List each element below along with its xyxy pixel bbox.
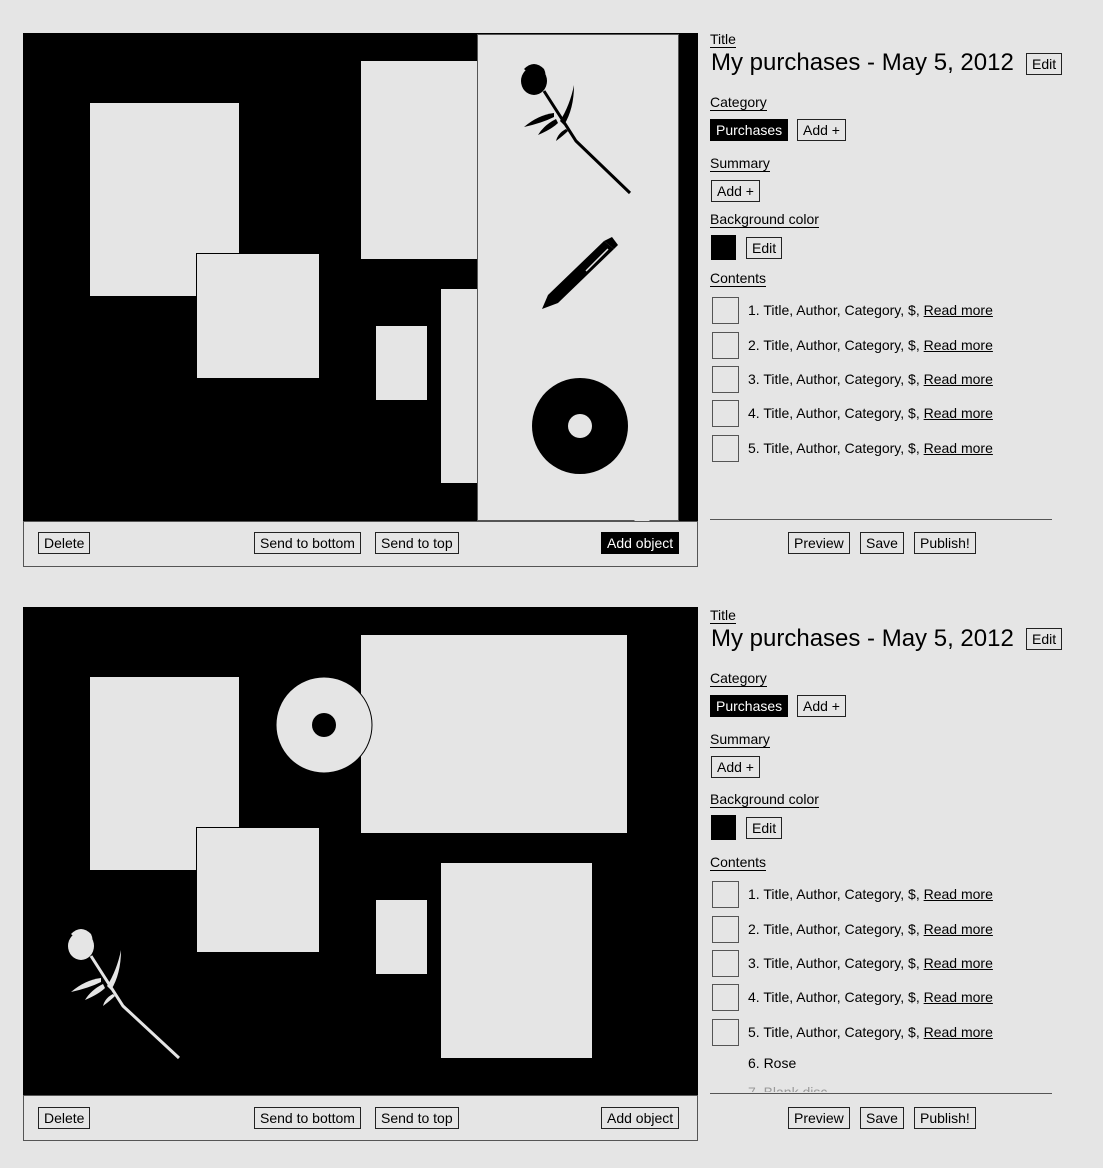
content-item: 3. Title, Author, Category, $, Read more	[748, 955, 993, 971]
collage-rect[interactable]	[360, 60, 490, 260]
send-to-bottom-button[interactable]: Send to bottom	[254, 1107, 361, 1129]
content-thumbnail[interactable]	[712, 881, 739, 908]
collage-rect[interactable]	[196, 827, 320, 953]
read-more-link[interactable]: Read more	[924, 371, 993, 387]
summary-label: Summary	[710, 731, 770, 748]
read-more-link[interactable]: Read more	[924, 337, 993, 353]
object-tray	[477, 34, 679, 521]
read-more-link[interactable]: Read more	[924, 302, 993, 318]
add-object-button[interactable]: Add object	[601, 532, 680, 554]
content-thumbnail[interactable]	[712, 916, 739, 943]
title-label: Title	[710, 31, 736, 48]
category-label: Category	[710, 94, 767, 111]
send-to-bottom-button[interactable]: Send to bottom	[254, 532, 361, 554]
background-color-label: Background color	[710, 211, 819, 228]
read-more-link[interactable]: Read more	[924, 989, 993, 1005]
collage-rect[interactable]	[360, 634, 628, 834]
rose-icon[interactable]	[61, 928, 183, 1060]
content-item-blank-disc: 7. Blank disc	[748, 1084, 828, 1092]
content-item: 5. Title, Author, Category, $, Read more	[748, 440, 993, 456]
divider	[710, 1093, 1052, 1094]
content-item: 2. Title, Author, Category, $, Read more	[748, 921, 993, 937]
delete-button[interactable]: Delete	[38, 1107, 91, 1129]
content-item: 3. Title, Author, Category, $, Read more	[748, 371, 993, 387]
read-more-link[interactable]: Read more	[924, 921, 993, 937]
title-label: Title	[710, 607, 736, 624]
add-summary-button[interactable]: Add +	[711, 180, 760, 202]
editor-panel-1: Delete Send to bottom Send to top Add ob…	[0, 0, 1103, 576]
content-thumbnail[interactable]	[712, 435, 739, 462]
content-thumbnail[interactable]	[712, 366, 739, 393]
collage-rect[interactable]	[440, 862, 593, 1059]
rose-icon[interactable]	[514, 63, 636, 195]
delete-button[interactable]: Delete	[38, 532, 91, 554]
content-thumbnail[interactable]	[712, 1019, 739, 1046]
page-title: My purchases - May 5, 2012	[711, 625, 1014, 652]
collage-rect[interactable]	[196, 253, 320, 379]
edit-background-button[interactable]: Edit	[746, 817, 783, 839]
editor-panel-2: Delete Send to bottom Send to top Add ob…	[0, 574, 1103, 1150]
preview-button[interactable]: Preview	[788, 1107, 850, 1129]
divider	[710, 519, 1052, 520]
save-button[interactable]: Save	[860, 532, 904, 554]
content-item: 4. Title, Author, Category, $, Read more	[748, 405, 993, 421]
add-category-button[interactable]: Add +	[797, 119, 846, 141]
properties-sidebar: Title My purchases - May 5, 2012 Edit Ca…	[710, 0, 1070, 576]
add-summary-button[interactable]: Add +	[711, 756, 760, 778]
content-item: 2. Title, Author, Category, $, Read more	[748, 337, 993, 353]
add-object-button[interactable]: Add object	[601, 1107, 680, 1129]
content-thumbnail[interactable]	[712, 400, 739, 427]
save-button[interactable]: Save	[860, 1107, 904, 1129]
preview-button[interactable]: Preview	[788, 532, 850, 554]
read-more-link[interactable]: Read more	[924, 405, 993, 421]
publish-button[interactable]: Publish!	[914, 1107, 976, 1129]
content-item: 1. Title, Author, Category, $, Read more	[748, 886, 993, 902]
publish-button[interactable]: Publish!	[914, 532, 976, 554]
disc-icon[interactable]	[530, 376, 630, 476]
contents-overflow: 7. Blank disc	[710, 1082, 1052, 1092]
background-color-swatch[interactable]	[711, 235, 736, 260]
read-more-link[interactable]: Read more	[924, 440, 993, 456]
background-color-swatch[interactable]	[711, 815, 736, 840]
content-item: 1. Title, Author, Category, $, Read more	[748, 302, 993, 318]
collage-canvas[interactable]	[23, 607, 698, 1095]
content-item: 4. Title, Author, Category, $, Read more	[748, 989, 993, 1005]
category-tag-purchases[interactable]: Purchases	[710, 695, 789, 717]
content-thumbnail[interactable]	[712, 950, 739, 977]
summary-label: Summary	[710, 155, 770, 172]
edit-title-button[interactable]: Edit	[1026, 53, 1063, 75]
disc-icon[interactable]	[275, 676, 373, 774]
read-more-link[interactable]: Read more	[924, 886, 993, 902]
contents-label: Contents	[710, 854, 767, 871]
send-to-top-button[interactable]: Send to top	[375, 1107, 459, 1129]
background-color-label: Background color	[710, 791, 819, 808]
category-tag-purchases[interactable]: Purchases	[710, 119, 789, 141]
page-title: My purchases - May 5, 2012	[711, 49, 1014, 76]
properties-sidebar: Title My purchases - May 5, 2012 Edit Ca…	[710, 574, 1070, 1150]
content-thumbnail[interactable]	[712, 297, 739, 324]
content-thumbnail[interactable]	[712, 332, 739, 359]
content-thumbnail[interactable]	[712, 984, 739, 1011]
edit-background-button[interactable]: Edit	[746, 237, 783, 259]
pen-icon[interactable]	[538, 235, 620, 311]
edit-title-button[interactable]: Edit	[1026, 628, 1063, 650]
contents-label: Contents	[710, 270, 767, 287]
send-to-top-button[interactable]: Send to top	[375, 532, 459, 554]
collage-rect[interactable]	[375, 899, 428, 975]
read-more-link[interactable]: Read more	[924, 1024, 993, 1040]
collage-rect[interactable]	[375, 325, 428, 401]
read-more-link[interactable]: Read more	[924, 955, 993, 971]
add-category-button[interactable]: Add +	[797, 695, 846, 717]
content-item-rose: 6. Rose	[748, 1055, 797, 1071]
category-label: Category	[710, 670, 767, 687]
content-item: 5. Title, Author, Category, $, Read more	[748, 1024, 993, 1040]
